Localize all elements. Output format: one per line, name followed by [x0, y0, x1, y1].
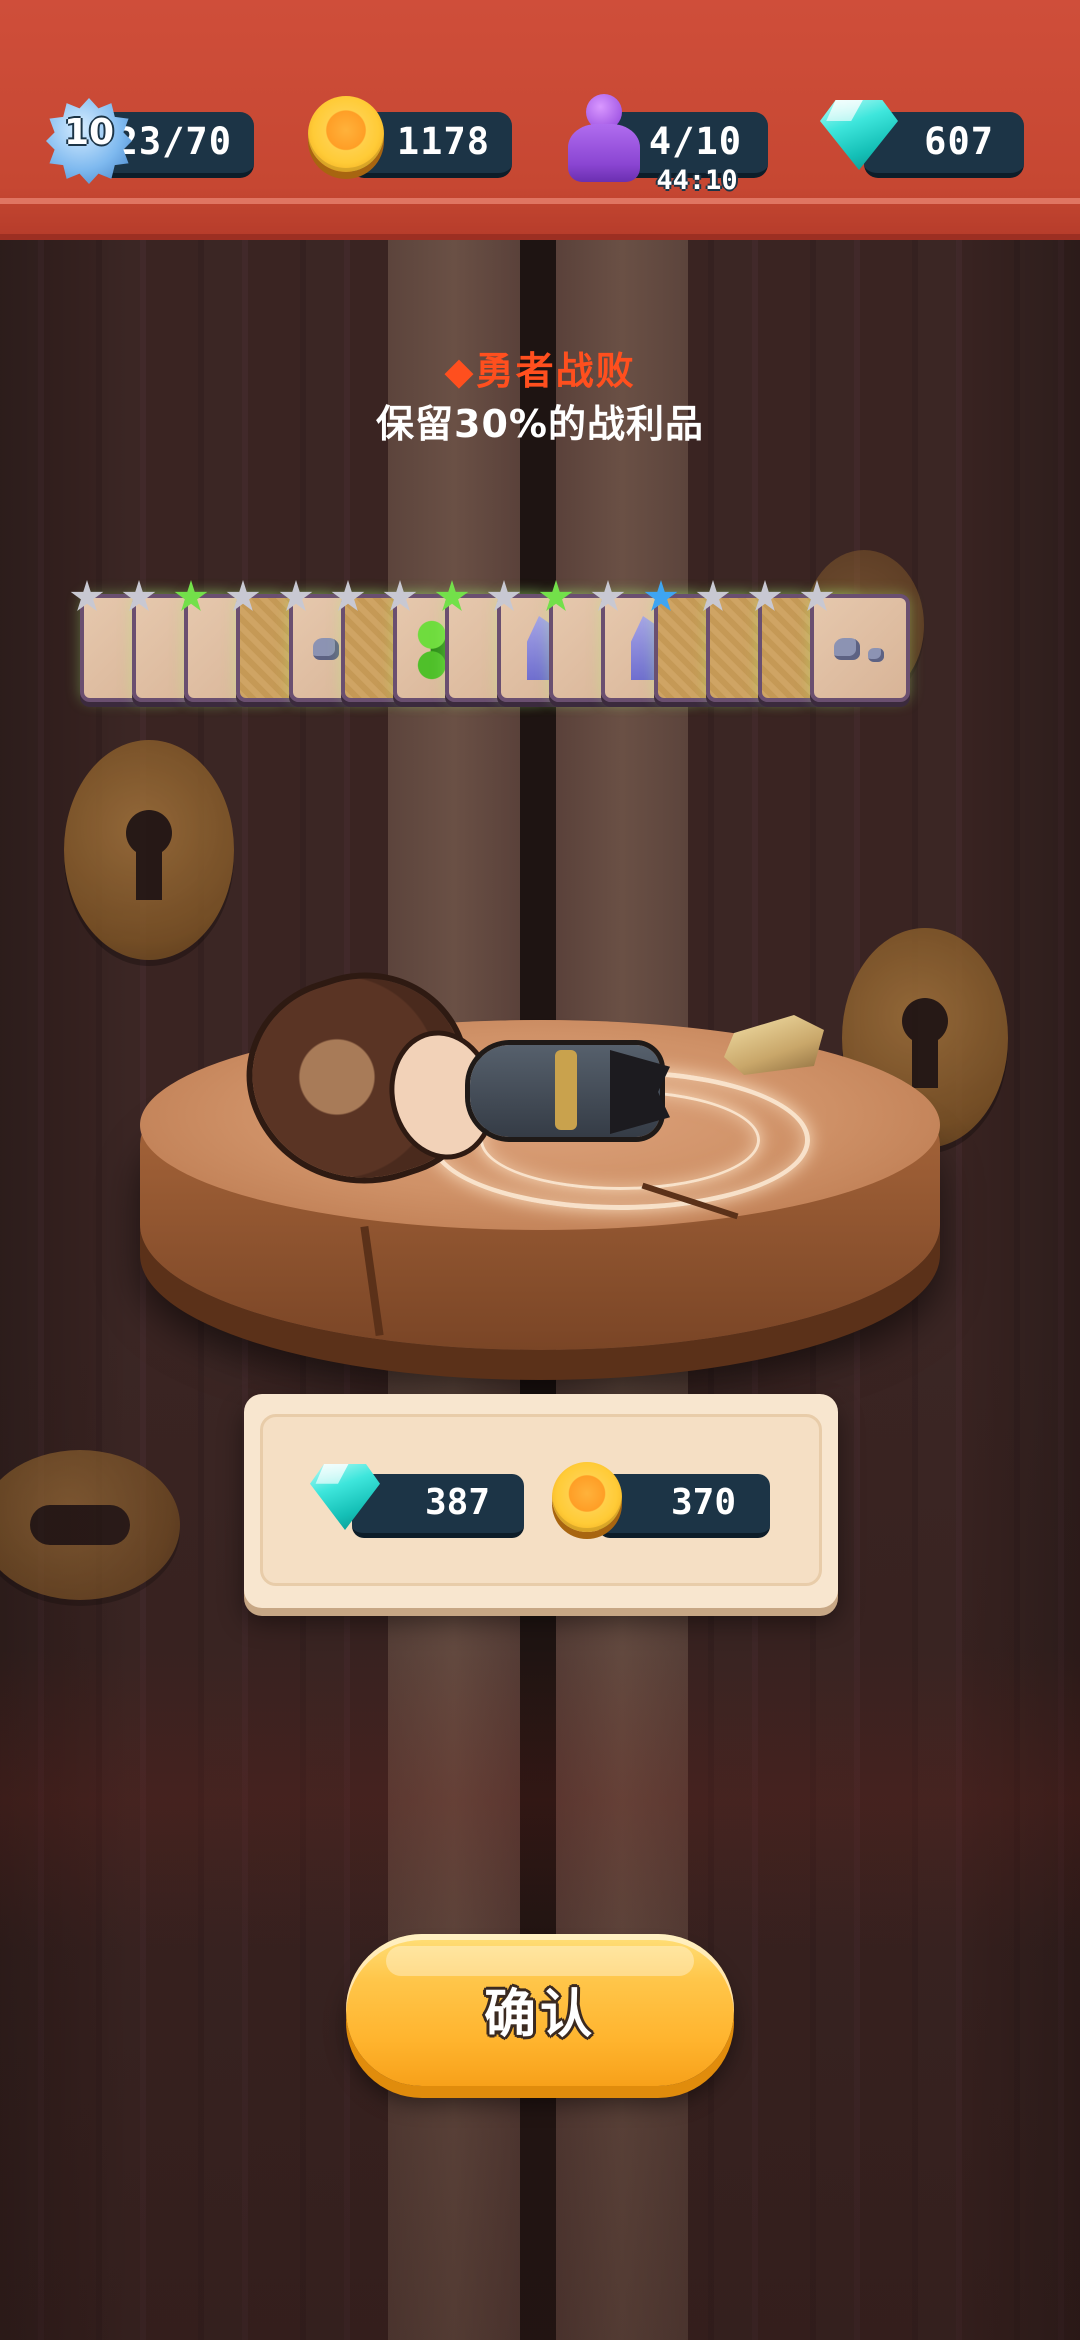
game-screen: 23/70 10 1178 4/10 44:10 607 ◆勇者战败 保留30%… [0, 0, 1080, 2340]
reward-coins-pill: 370 [598, 1474, 770, 1538]
stamina-value: 4/10 [648, 120, 742, 163]
confirm-button[interactable]: 确认 [346, 1934, 734, 2086]
loot-retained-text: 保留30%的战利品 [376, 402, 704, 446]
resource-bar: 23/70 10 1178 4/10 44:10 607 [0, 0, 1080, 240]
coins-value: 1178 [396, 120, 490, 163]
experience-value: 23/70 [115, 120, 232, 163]
loot-card-strip [70, 580, 920, 708]
player-level: 10 [63, 112, 115, 153]
gold-coin-icon [552, 1462, 622, 1532]
rock-icon [313, 638, 339, 660]
cyan-gem-icon [310, 1464, 380, 1530]
rock-icon [834, 638, 860, 660]
confirm-button-label: 确认 [483, 1985, 596, 2045]
reward-coins-value: 370 [670, 1482, 736, 1523]
hero-belt [555, 1050, 577, 1130]
loot-card [810, 594, 910, 702]
gems-value: 607 [924, 120, 994, 163]
reward-gems-value: 387 [424, 1482, 490, 1523]
rock-icon [868, 648, 884, 662]
defeat-title: ◆勇者战败 [444, 349, 636, 393]
cyan-gem-icon [820, 100, 898, 170]
gold-coin-icon [308, 96, 384, 172]
stamina-timer: 44:10 [656, 165, 738, 196]
resource-bar-stripe [0, 198, 1080, 204]
keyhole-lock-left [64, 740, 234, 960]
reward-panel: 387 370 [244, 1394, 838, 1608]
